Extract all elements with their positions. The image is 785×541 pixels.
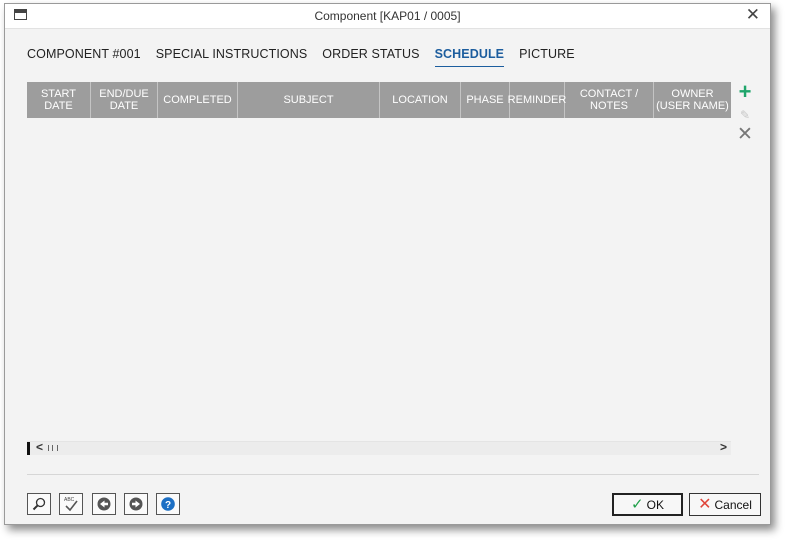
schedule-grid-header: START DATE END/DUE DATE COMPLETED SUBJEC… [27, 82, 731, 118]
checkmark-icon: ✓ [631, 495, 644, 513]
divider [27, 474, 759, 475]
component-dialog: Component [KAP01 / 0005] ✕ COMPONENT #00… [4, 3, 771, 525]
column-header-contact-notes[interactable]: CONTACT / NOTES [565, 82, 654, 118]
scroll-start-marker [27, 442, 30, 455]
next-icon [129, 497, 143, 511]
column-header-owner[interactable]: OWNER (USER NAME) [654, 82, 731, 118]
scroll-left-icon[interactable]: < [36, 440, 43, 454]
add-icon[interactable]: + [736, 81, 754, 103]
tab-order-status[interactable]: ORDER STATUS [322, 47, 419, 67]
window-title: Component [KAP01 / 0005] [314, 9, 461, 23]
cancel-icon: ✕ [698, 495, 712, 513]
tab-picture[interactable]: PICTURE [519, 47, 575, 67]
search-icon [32, 497, 46, 511]
close-icon[interactable]: ✕ [746, 5, 760, 25]
column-header-completed[interactable]: COMPLETED [158, 82, 238, 118]
column-header-location[interactable]: LOCATION [380, 82, 461, 118]
edit-icon[interactable]: ✎ [736, 106, 754, 124]
horizontal-scrollbar[interactable]: < > [27, 440, 731, 455]
column-header-subject[interactable]: SUBJECT [238, 82, 380, 118]
next-button[interactable] [124, 493, 148, 515]
previous-icon [97, 497, 111, 511]
column-header-reminder[interactable]: REMINDER [508, 82, 566, 118]
scroll-thumb[interactable] [48, 445, 58, 451]
help-button[interactable]: ? [156, 493, 180, 515]
tab-component[interactable]: COMPONENT #001 [27, 47, 141, 67]
title-bar: Component [KAP01 / 0005] ✕ [5, 4, 770, 29]
spellcheck-icon: ABC [64, 497, 78, 512]
scroll-right-icon[interactable]: > [720, 440, 727, 454]
cancel-button[interactable]: ✕ Cancel [689, 493, 761, 516]
help-icon: ? [161, 497, 175, 511]
previous-button[interactable] [92, 493, 116, 515]
search-button[interactable] [27, 493, 51, 515]
svg-text:?: ? [165, 500, 171, 511]
cancel-label: Cancel [714, 497, 752, 512]
delete-icon[interactable]: ✕ [736, 125, 754, 144]
spellcheck-button[interactable]: ABC [59, 493, 83, 515]
column-header-start-date[interactable]: START DATE [27, 82, 91, 118]
tab-schedule[interactable]: SCHEDULE [434, 47, 505, 67]
column-header-phase[interactable]: PHASE [461, 82, 510, 118]
column-header-end-due-date[interactable]: END/DUE DATE [91, 82, 158, 118]
tab-bar: COMPONENT #001 SPECIAL INSTRUCTIONS ORDE… [27, 47, 575, 67]
ok-button[interactable]: ✓ OK [612, 493, 683, 516]
ok-label: OK [646, 497, 664, 512]
svg-text:ABC: ABC [64, 497, 75, 503]
tab-special-instructions[interactable]: SPECIAL INSTRUCTIONS [156, 47, 308, 67]
